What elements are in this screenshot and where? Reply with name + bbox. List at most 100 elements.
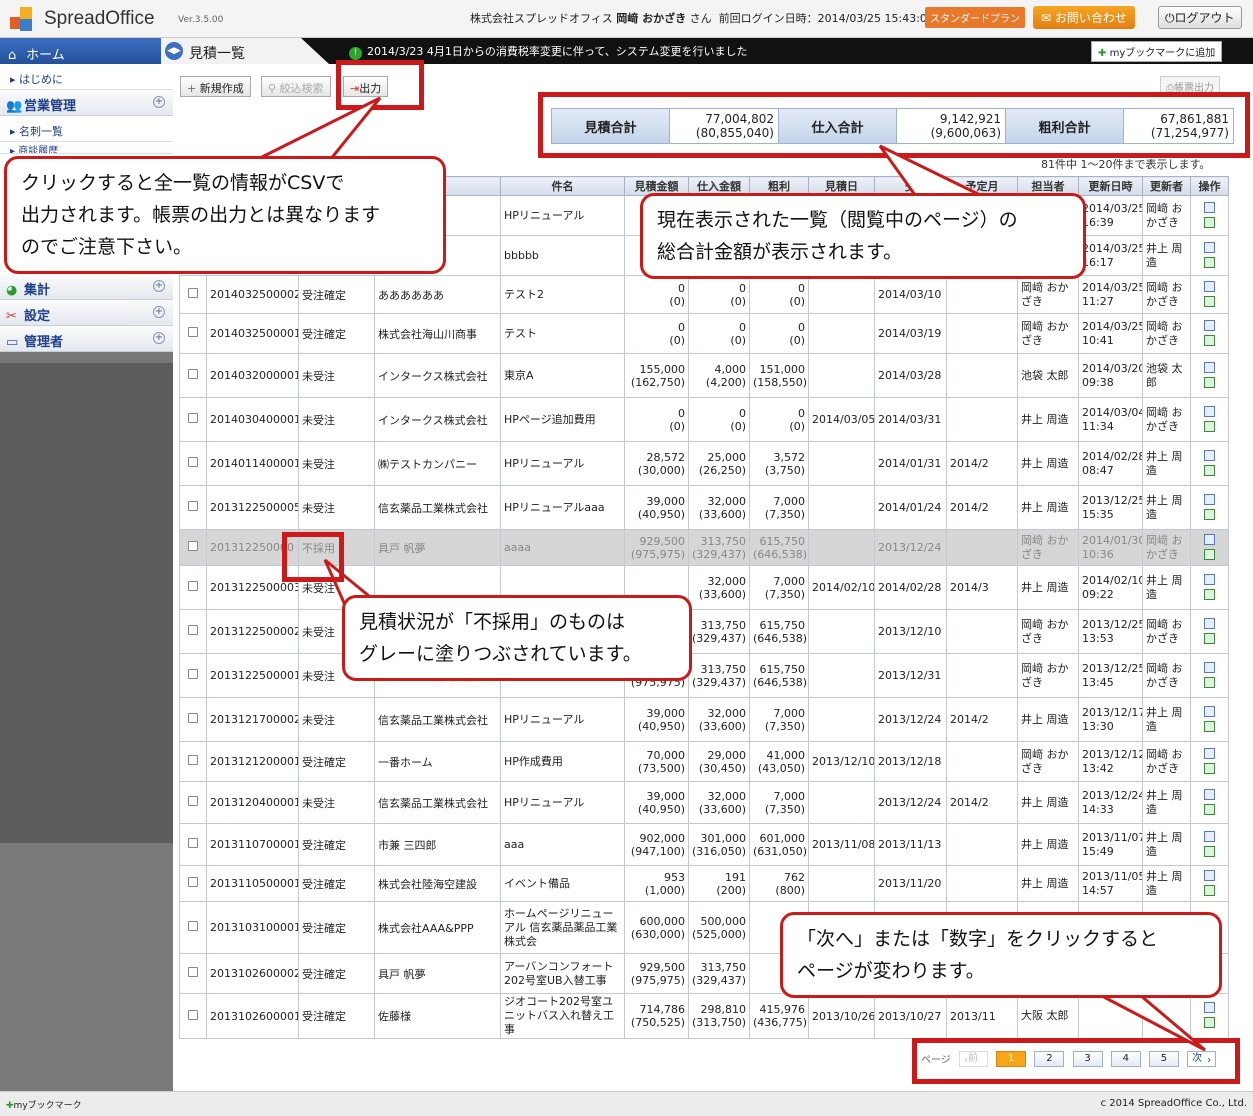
- view-icon[interactable]: [1204, 617, 1215, 629]
- estimate-id-cell[interactable]: 2013102600001M: [206, 993, 299, 1039]
- subject-cell[interactable]: アーバンコンフォート202号室UB入替工事: [500, 953, 625, 994]
- client-cell[interactable]: 信玄薬品工業株式会社: [374, 697, 501, 742]
- column-header[interactable]: 件名: [500, 176, 625, 196]
- row-checkbox[interactable]: [188, 713, 198, 723]
- checkbox-cell[interactable]: [179, 353, 207, 398]
- checkbox-cell[interactable]: [179, 529, 207, 566]
- subject-cell[interactable]: bbbbb: [500, 235, 625, 276]
- view-icon[interactable]: [1204, 747, 1215, 759]
- row-checkbox[interactable]: [188, 838, 198, 848]
- client-cell[interactable]: 市兼 三四郎: [374, 823, 501, 866]
- edit-icon[interactable]: [1204, 295, 1215, 307]
- subject-cell[interactable]: イベント備品: [500, 865, 625, 902]
- estimate-id-cell[interactable]: 2013110700001M: [206, 823, 299, 866]
- table-row[interactable]: 201312250000 不採用 具戸 帆夢 aaaa 929,500 (975,975)…: [179, 529, 1229, 566]
- expand-icon[interactable]: +: [153, 96, 165, 108]
- client-cell[interactable]: 具戸 帆夢: [374, 953, 501, 994]
- estimate-id-cell[interactable]: 2014032000001M: [206, 353, 299, 398]
- prev-page-button[interactable]: ‹前: [959, 1051, 988, 1067]
- table-row[interactable]: 2013102600001M 受注確定 佐藤様 ジオコート202号室ユニットバス入れ替…: [179, 993, 1229, 1039]
- subject-cell[interactable]: テスト2: [500, 275, 625, 314]
- pdf-output-button[interactable]: ⎙帳票出力: [1160, 76, 1220, 97]
- row-checkbox[interactable]: [188, 457, 198, 467]
- client-cell[interactable]: 株式会社AAA&PPP: [374, 901, 501, 954]
- subject-cell[interactable]: HP作成費用: [500, 741, 625, 782]
- view-icon[interactable]: [1204, 319, 1215, 331]
- subject-cell[interactable]: HPページ追加費用: [500, 397, 625, 442]
- page-4-button[interactable]: 4: [1110, 1051, 1141, 1067]
- row-checkbox[interactable]: [188, 288, 198, 298]
- edit-icon[interactable]: [1204, 884, 1215, 896]
- view-icon[interactable]: [1204, 280, 1215, 292]
- add-bookmark-button[interactable]: ✚ myブックマークに追加: [1091, 41, 1223, 62]
- checkbox-cell[interactable]: [179, 441, 207, 486]
- row-checkbox[interactable]: [188, 541, 198, 551]
- checkbox-cell[interactable]: [179, 609, 207, 654]
- table-row[interactable]: 2014032500001M受注確定株式会社海山川商事テスト0(0)0(0)0(…: [179, 313, 1229, 354]
- sidebar-toggle-icon[interactable]: ◀▶: [165, 42, 183, 60]
- row-checkbox[interactable]: [188, 921, 198, 931]
- sidebar-group-sales[interactable]: 👥 営業管理 +: [0, 90, 173, 116]
- estimate-id-cell[interactable]: 2013120400001M: [206, 781, 299, 824]
- checkbox-cell[interactable]: [179, 653, 207, 698]
- view-icon[interactable]: [1204, 788, 1215, 800]
- client-cell[interactable]: 信玄薬品工業株式会社: [374, 485, 501, 530]
- subject-cell[interactable]: ホームページリニューアル 信玄薬品薬品工業株式会: [500, 901, 625, 954]
- table-row[interactable]: 2014011400001M 未受注 ㈱テストカンパニー HPリニューアル 28,572…: [179, 441, 1229, 486]
- view-icon[interactable]: [1204, 449, 1215, 461]
- row-checkbox[interactable]: [188, 369, 198, 379]
- column-header[interactable]: 更新者: [1142, 176, 1191, 196]
- view-icon[interactable]: [1204, 1002, 1215, 1013]
- row-checkbox[interactable]: [188, 501, 198, 511]
- subject-cell[interactable]: HPリニューアルaaa: [500, 485, 625, 530]
- table-row[interactable]: 2013110500001M 受注確定 株式会社陸海空建設 イベント備品 953(1,0…: [179, 865, 1229, 902]
- edit-icon[interactable]: [1204, 376, 1215, 388]
- view-icon[interactable]: [1204, 661, 1215, 673]
- table-row[interactable]: 2013120400001M 未受注 信玄薬品工業株式会社 HPリニューアル 39,00…: [179, 781, 1229, 824]
- client-cell[interactable]: 株式会社海山川商事: [374, 313, 501, 354]
- estimate-id-cell[interactable]: 2013121200001M: [206, 741, 299, 782]
- checkbox-cell[interactable]: [179, 823, 207, 866]
- client-cell[interactable]: 信玄薬品工業株式会社: [374, 781, 501, 824]
- page-3-button[interactable]: 3: [1072, 1051, 1103, 1067]
- view-icon[interactable]: [1204, 869, 1215, 881]
- estimate-id-cell[interactable]: 2013122500001M: [206, 653, 299, 698]
- view-icon[interactable]: [1204, 493, 1215, 505]
- edit-icon[interactable]: [1204, 588, 1215, 600]
- estimate-id-cell[interactable]: 2013122500005M: [206, 485, 299, 530]
- edit-icon[interactable]: [1204, 464, 1215, 476]
- client-cell[interactable]: インタークス株式会社: [374, 397, 501, 442]
- client-cell[interactable]: ああああああ: [374, 275, 501, 314]
- checkbox-cell[interactable]: [179, 313, 207, 354]
- checkbox-cell[interactable]: [179, 485, 207, 530]
- view-icon[interactable]: [1204, 241, 1215, 253]
- table-row[interactable]: 2013121700002M 未受注 信玄薬品工業株式会社 HPリニューアル 39,00…: [179, 697, 1229, 742]
- page-5-button[interactable]: 5: [1148, 1051, 1179, 1067]
- new-button[interactable]: + 新規作成: [180, 76, 251, 97]
- row-checkbox[interactable]: [188, 669, 198, 679]
- subject-cell[interactable]: HPリニューアル: [500, 195, 625, 236]
- table-row[interactable]: 2013122500005M 未受注 信玄薬品工業株式会社 HPリニューアルaaa 39…: [179, 485, 1229, 530]
- subject-cell[interactable]: テスト: [500, 313, 625, 354]
- row-checkbox[interactable]: [188, 327, 198, 337]
- app-logo[interactable]: SpreadOffice Ver.3.5.00: [8, 5, 223, 33]
- table-row[interactable]: 2013110700001M 受注確定 市兼 三四郎 aaa 902,000(947,1…: [179, 823, 1229, 866]
- row-checkbox[interactable]: [188, 1009, 198, 1020]
- edit-icon[interactable]: [1204, 720, 1215, 732]
- view-icon[interactable]: [1204, 830, 1215, 842]
- row-checkbox[interactable]: [188, 877, 198, 887]
- table-row[interactable]: 2014030400001M未受注インタークス株式会社HPページ追加費用0(0)…: [179, 397, 1229, 442]
- edit-icon[interactable]: [1204, 420, 1215, 432]
- edit-icon[interactable]: [1204, 548, 1215, 560]
- client-cell[interactable]: インタークス株式会社: [374, 353, 501, 398]
- client-cell[interactable]: 一番ホーム: [374, 741, 501, 782]
- edit-icon[interactable]: [1204, 256, 1215, 268]
- estimate-id-cell[interactable]: 201312250000: [206, 529, 299, 566]
- table-row[interactable]: 2014032000001M 未受注 インタークス株式会社 東京A 155,000(16…: [179, 353, 1229, 398]
- estimate-id-cell[interactable]: 2013122500003M: [206, 565, 299, 610]
- row-checkbox[interactable]: [188, 581, 198, 591]
- view-icon[interactable]: [1204, 533, 1215, 545]
- table-row[interactable]: 2013122500003M未受注32,000(33,600)7,000(7,3…: [179, 565, 1229, 610]
- edit-icon[interactable]: [1204, 762, 1215, 774]
- table-row[interactable]: 2013122500002M未受注313,750(329,437)615,750…: [179, 609, 1229, 654]
